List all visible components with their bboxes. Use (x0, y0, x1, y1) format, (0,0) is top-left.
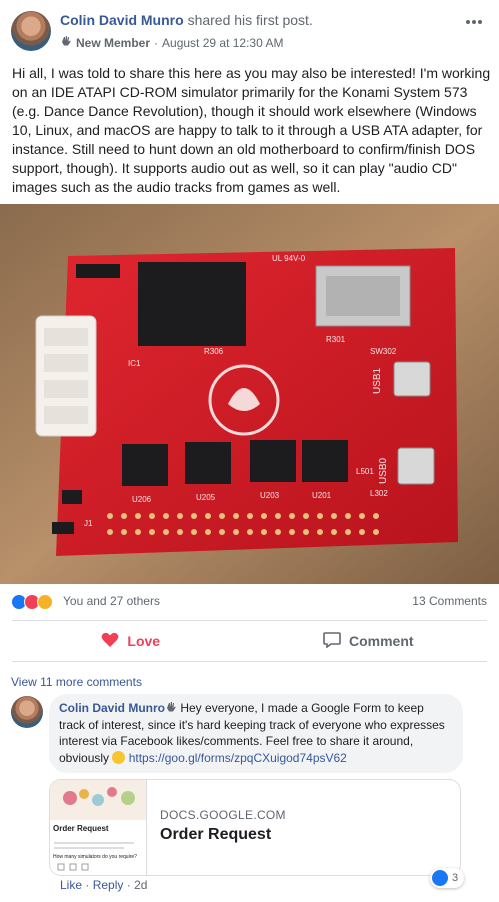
label-ic: IC1 (128, 359, 141, 368)
post-action-text: shared his first post. (187, 12, 313, 28)
author-line: Colin David Munro shared his first post. (60, 12, 313, 28)
label-l501: L501 (356, 467, 374, 476)
chip-u201 (302, 440, 348, 482)
meta-separator: · (154, 35, 159, 50)
component-c403 (52, 522, 74, 534)
main-chip (138, 262, 246, 346)
label-l302: L302 (370, 489, 388, 498)
thumb-question: How many simulators do you require? (53, 854, 137, 860)
label-usb1: USB1 (372, 367, 383, 394)
comment-link[interactable]: https://goo.gl/forms/zpqCXuigod74psV62 (129, 751, 347, 765)
comment-reply-link[interactable]: Reply (93, 878, 124, 892)
post-meta: New Member · August 29 at 12:30 AM (60, 35, 283, 50)
link-title[interactable]: Order Request (160, 826, 271, 844)
label-u206: U206 (132, 495, 152, 504)
comment-like-link[interactable]: Like (60, 878, 82, 892)
author-avatar[interactable] (11, 11, 51, 51)
comment-bubble-icon (323, 631, 341, 651)
label-u203: U203 (260, 491, 280, 500)
love-button[interactable]: Love (12, 621, 250, 661)
label-usb0: USB0 (378, 457, 389, 484)
more-options-icon[interactable] (465, 12, 483, 30)
link-preview-thumbnail: Order Request How many simulators do you… (50, 780, 147, 875)
post-header: Colin David Munro shared his first post.… (0, 0, 499, 58)
comment-age[interactable]: 2d (134, 878, 147, 892)
comment-like-badge[interactable]: 3 (430, 868, 465, 888)
reaction-icons[interactable] (11, 594, 61, 610)
link-domain: DOCS.GOOGLE.COM (160, 808, 286, 822)
author-name[interactable]: Colin David Munro (60, 12, 184, 28)
post-photo[interactable]: UL 94V-0 R301 R306 IC1 SW302 L302 L501 J… (0, 204, 499, 584)
chip-u203 (250, 440, 296, 482)
comment-label: Comment (348, 633, 414, 649)
post-timestamp[interactable]: August 29 at 12:30 AM (162, 36, 283, 50)
thumb-heading: Order Request (53, 824, 109, 833)
pin-header (76, 264, 120, 278)
chip-u206 (122, 444, 168, 486)
usb1-port (393, 361, 431, 397)
commenter-avatar[interactable] (11, 696, 43, 728)
reaction-bar: You and 27 others 13 Comments (0, 584, 499, 618)
label-u201: U201 (312, 491, 332, 500)
new-member-badge: New Member (76, 35, 151, 50)
label-ul: UL 94V-0 (272, 254, 306, 263)
component-d502 (62, 490, 82, 504)
separator: · (126, 878, 131, 892)
label-u205: U205 (196, 493, 216, 502)
comment-like-count: 3 (452, 872, 459, 884)
separator: · (85, 878, 90, 892)
post-text: Hi all, I was told to share this here as… (12, 65, 491, 195)
link-preview-card[interactable]: Order Request How many simulators do you… (49, 779, 461, 876)
heart-icon (101, 632, 119, 651)
love-label: Love (127, 633, 161, 649)
like-reaction-icon (432, 870, 448, 886)
post-action-row: Love Comment (12, 620, 487, 662)
label-sw: SW302 (370, 347, 397, 356)
usb0-port (397, 447, 435, 485)
chip-u205 (185, 442, 231, 484)
reaction-summary[interactable]: You and 27 others (63, 594, 160, 608)
view-more-comments-link[interactable]: View 11 more comments (11, 675, 142, 689)
comment-button[interactable]: Comment (250, 621, 488, 661)
wave-hand-icon (60, 35, 72, 50)
comment-author[interactable]: Colin David Munro (59, 701, 165, 715)
comment-count[interactable]: 13 Comments (412, 594, 487, 608)
comment-bubble: Colin David Munro Hey everyone, I made a… (49, 694, 463, 773)
label-r301: R301 (326, 335, 346, 344)
label-j1: J1 (84, 519, 93, 528)
comment-actions: Like · Reply · 2d (60, 878, 147, 892)
smile-emoji-icon (112, 750, 126, 764)
label-r306: R306 (204, 347, 224, 356)
wave-hand-icon (165, 701, 177, 715)
wow-reaction-icon (37, 594, 53, 610)
